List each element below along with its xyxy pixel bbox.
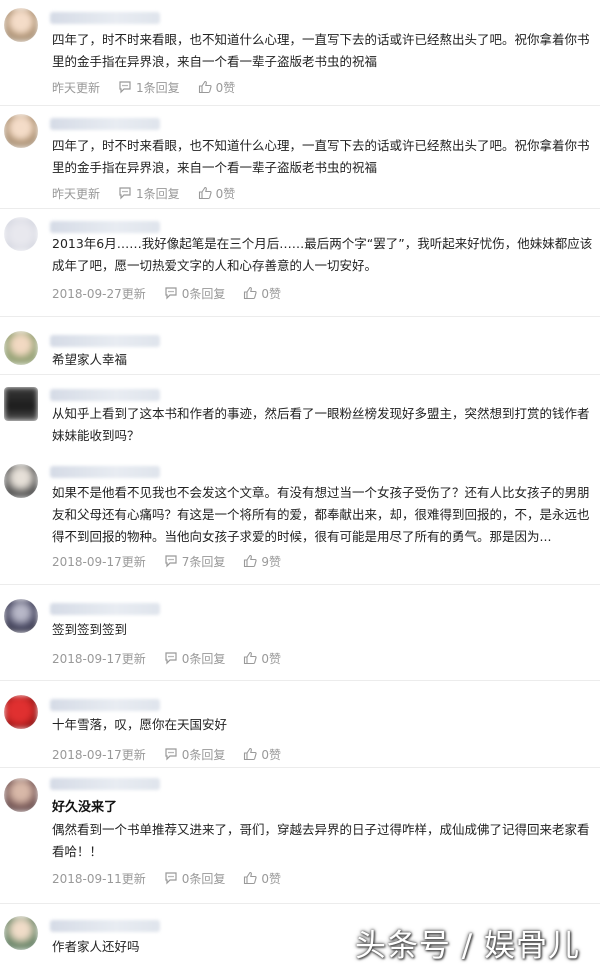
comment-text: 偶然看到一个书单推荐又进来了，哥们，穿越去异界的日子过得咋样，成仙成佛了记得回来… bbox=[52, 822, 590, 859]
comment-meta: 昨天更新 1条回复 0赞 bbox=[52, 183, 253, 203]
comment-icon bbox=[165, 287, 177, 300]
divider bbox=[0, 767, 600, 768]
reply-button[interactable]: 1条回复 bbox=[118, 185, 180, 202]
reply-button[interactable]: 0条回复 bbox=[164, 650, 226, 667]
username-blurred[interactable] bbox=[50, 778, 160, 790]
comment-time: 昨天更新 bbox=[52, 80, 101, 95]
comment-time: 2018-09-17更新 bbox=[52, 554, 146, 569]
thumbs-up-icon bbox=[198, 186, 212, 200]
like-count: 0赞 bbox=[261, 286, 282, 301]
reply-count: 1条回复 bbox=[136, 186, 180, 201]
comment-text: 从知乎上看到了这本书和作者的事迹，然后看了一眼粉丝榜发现好多盟主，突然想到打赏的… bbox=[52, 406, 590, 443]
username-blurred[interactable] bbox=[50, 920, 160, 932]
divider bbox=[0, 105, 600, 106]
reply-count: 7条回复 bbox=[181, 554, 226, 569]
thumbs-up-icon bbox=[244, 747, 257, 761]
divider bbox=[0, 680, 600, 681]
comment-icon bbox=[165, 652, 177, 665]
username-blurred[interactable] bbox=[50, 466, 160, 478]
reply-count: 0条回复 bbox=[181, 871, 226, 886]
username-blurred[interactable] bbox=[50, 699, 160, 711]
reply-button[interactable]: 7条回复 bbox=[164, 553, 226, 570]
like-count: 0赞 bbox=[261, 871, 282, 886]
username-blurred[interactable] bbox=[50, 12, 160, 24]
comment-time: 昨天更新 bbox=[52, 186, 101, 201]
avatar[interactable] bbox=[4, 331, 38, 365]
comment-text: 四年了，时不时来看眼，也不知道什么心理，一直写下去的话或许已经熬出头了吧。祝你拿… bbox=[52, 32, 590, 69]
comment-text: 希望家人幸福 bbox=[52, 352, 128, 367]
reply-button[interactable]: 1条回复 bbox=[118, 79, 180, 96]
divider bbox=[0, 903, 600, 904]
comment-icon bbox=[119, 81, 131, 94]
avatar[interactable] bbox=[4, 217, 38, 251]
thumbs-up-icon bbox=[244, 871, 257, 885]
avatar[interactable] bbox=[4, 387, 38, 421]
like-button[interactable]: 0赞 bbox=[198, 79, 236, 96]
avatar[interactable] bbox=[4, 695, 38, 729]
reply-button[interactable]: 0条回复 bbox=[164, 870, 226, 887]
like-button[interactable]: 0赞 bbox=[243, 285, 281, 302]
thumbs-up-icon bbox=[244, 286, 257, 300]
comment-meta: 2018-09-27更新 0条回复 0赞 bbox=[52, 283, 299, 303]
comment-meta: 昨天更新 1条回复 0赞 bbox=[52, 77, 253, 97]
username-blurred[interactable] bbox=[50, 118, 160, 130]
comment-text: 签到签到签到 bbox=[52, 622, 128, 637]
divider bbox=[0, 584, 600, 585]
like-button[interactable]: 0赞 bbox=[243, 650, 281, 667]
comment-text: 十年雪落，叹，愿你在天国安好 bbox=[52, 717, 228, 732]
reply-button[interactable]: 0条回复 bbox=[164, 746, 226, 763]
like-button[interactable]: 0赞 bbox=[198, 185, 236, 202]
avatar[interactable] bbox=[4, 464, 38, 498]
avatar[interactable] bbox=[4, 8, 38, 42]
thumbs-up-icon bbox=[244, 554, 257, 568]
like-count: 0赞 bbox=[261, 651, 282, 666]
comment-meta: 2018-09-17更新 7条回复 9赞 bbox=[52, 551, 299, 571]
like-button[interactable]: 0赞 bbox=[243, 870, 281, 887]
comment-meta: 2018-09-17更新 0条回复 0赞 bbox=[52, 648, 299, 668]
username-blurred[interactable] bbox=[50, 221, 160, 233]
reply-count: 0条回复 bbox=[181, 651, 226, 666]
comment-time: 2018-09-17更新 bbox=[52, 747, 146, 762]
like-count: 0赞 bbox=[215, 80, 236, 95]
reply-count: 0条回复 bbox=[181, 747, 226, 762]
comment-icon bbox=[165, 872, 177, 885]
thumbs-up-icon bbox=[198, 80, 212, 94]
comment-icon bbox=[119, 187, 131, 200]
like-button[interactable]: 9赞 bbox=[243, 553, 281, 570]
comment-text: 如果不是他看不见我也不会发这个文章。有没有想过当一个女孩子受伤了？还有人比女孩子… bbox=[52, 485, 590, 544]
divider bbox=[0, 316, 600, 317]
reply-count: 1条回复 bbox=[136, 80, 180, 95]
avatar[interactable] bbox=[4, 599, 38, 633]
divider bbox=[0, 208, 600, 209]
comment-icon bbox=[165, 555, 177, 568]
comment-time: 2018-09-17更新 bbox=[52, 651, 146, 666]
comment-text: 四年了，时不时来看眼，也不知道什么心理，一直写下去的话或许已经熬出头了吧。祝你拿… bbox=[52, 138, 590, 175]
thumbs-up-icon bbox=[244, 651, 257, 665]
like-count: 0赞 bbox=[215, 186, 236, 201]
username-blurred[interactable] bbox=[50, 335, 160, 347]
username-blurred[interactable] bbox=[50, 389, 160, 401]
reply-button[interactable]: 0条回复 bbox=[164, 285, 226, 302]
reply-count: 0条回复 bbox=[181, 286, 226, 301]
comment-time: 2018-09-11更新 bbox=[52, 871, 146, 886]
like-count: 0赞 bbox=[261, 747, 282, 762]
avatar[interactable] bbox=[4, 114, 38, 148]
comment-meta: 2018-09-17更新 0条回复 0赞 bbox=[52, 744, 299, 764]
like-button[interactable]: 0赞 bbox=[243, 746, 281, 763]
watermark: 头条号 / 娱骨儿 bbox=[354, 928, 580, 964]
divider bbox=[0, 374, 600, 375]
comment-heading: 好久没来了 bbox=[52, 800, 118, 815]
comment-time: 2018-09-27更新 bbox=[52, 286, 146, 301]
comment-icon bbox=[165, 748, 177, 761]
avatar[interactable] bbox=[4, 778, 38, 812]
like-count: 9赞 bbox=[261, 554, 282, 569]
comment-meta: 2018-09-11更新 0条回复 0赞 bbox=[52, 868, 299, 888]
username-blurred[interactable] bbox=[50, 603, 160, 615]
comment-text: 2013年6月……我好像起笔是在三个月后……最后两个字“罢了”，我听起来好忧伤，… bbox=[52, 236, 593, 273]
avatar[interactable] bbox=[4, 916, 38, 950]
